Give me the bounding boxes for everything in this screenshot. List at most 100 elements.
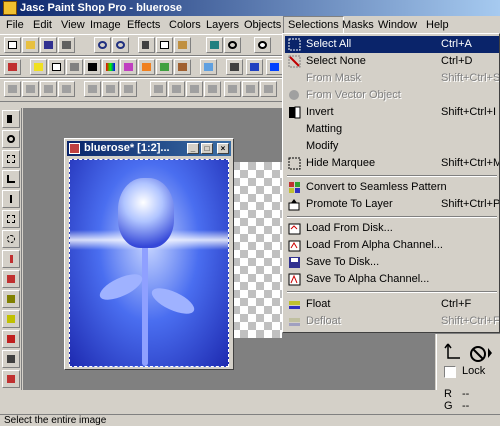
shape-icon[interactable]	[48, 59, 65, 75]
color-readout: R -- G --	[444, 388, 500, 412]
copy-icon[interactable]	[156, 37, 173, 53]
menu-view[interactable]: View	[57, 16, 89, 34]
menu-item-save-to-disk[interactable]: Save To Disk...	[285, 254, 499, 271]
retouch-tool-icon[interactable]	[2, 330, 20, 348]
dropper-tool-icon[interactable]	[2, 250, 20, 268]
lasso-tool-icon[interactable]	[2, 230, 20, 248]
menu-item-load-from-alpha[interactable]: Load From Alpha Channel...	[285, 237, 499, 254]
open-folder-icon[interactable]	[22, 37, 39, 53]
menu-objects[interactable]: Objects	[240, 16, 285, 34]
redo-icon[interactable]	[112, 37, 129, 53]
delete-layer-icon[interactable]	[22, 81, 39, 97]
menu-help[interactable]: Help	[422, 16, 453, 34]
layer-icon[interactable]	[4, 81, 21, 97]
menu-item-modify[interactable]: Modify	[285, 138, 499, 155]
selection-tool-icon[interactable]	[2, 210, 20, 228]
menu-effects[interactable]: Effects	[123, 16, 164, 34]
save-alpha-icon	[288, 273, 301, 286]
menu-separator	[287, 175, 497, 177]
select-all-icon	[288, 38, 301, 51]
menu-window[interactable]: Window	[374, 16, 421, 34]
browse-icon[interactable]	[206, 37, 223, 53]
menu-selections[interactable]: Selections	[283, 16, 344, 34]
defloat-icon	[288, 315, 301, 328]
palette-icon[interactable]	[4, 59, 21, 75]
picture-tube-icon[interactable]	[246, 59, 263, 75]
crop-icon[interactable]	[226, 59, 243, 75]
brightness-icon[interactable]	[66, 59, 83, 75]
zoom-icon[interactable]	[254, 37, 271, 53]
guides-icon[interactable]	[168, 81, 185, 97]
frame-icon[interactable]	[84, 59, 101, 75]
image-icon[interactable]	[200, 59, 217, 75]
menu-item-defloat[interactable]: Defloat Shift+Ctrl+F	[285, 313, 499, 330]
color-replacer-tool-icon[interactable]	[2, 310, 20, 328]
deform-tool-icon[interactable]	[2, 150, 20, 168]
grid-icon[interactable]	[150, 81, 167, 97]
effects-icon[interactable]	[138, 59, 155, 75]
menu-item-select-all[interactable]: Select All Ctrl+A	[285, 36, 499, 53]
scratch-remover-tool-icon[interactable]	[2, 350, 20, 368]
layer-palette-icon[interactable]	[260, 81, 277, 97]
eraser-tool-icon[interactable]	[2, 370, 20, 388]
ruler-icon[interactable]	[186, 81, 203, 97]
duplicate-layer-icon[interactable]	[40, 81, 57, 97]
menu-file[interactable]: File	[2, 16, 28, 34]
menu-item-hide-marquee[interactable]: Hide Marquee Shift+Ctrl+M	[285, 155, 499, 172]
menu-item-matting[interactable]: Matting	[285, 121, 499, 138]
crop-tool-icon[interactable]	[2, 170, 20, 188]
app-icon	[3, 1, 17, 15]
histogram-icon[interactable]	[204, 81, 221, 97]
menu-item-promote-layer[interactable]: Promote To Layer Shift+Ctrl+P	[285, 196, 499, 213]
minimize-button[interactable]: _	[187, 143, 199, 154]
save-icon[interactable]	[40, 37, 57, 53]
mask-icon[interactable]	[84, 81, 101, 97]
balance-icon[interactable]	[156, 59, 173, 75]
menu-item-save-to-alpha[interactable]: Save To Alpha Channel...	[285, 271, 499, 288]
menu-colors[interactable]: Colors	[165, 16, 205, 34]
no-entry-icon[interactable]	[224, 37, 241, 53]
menu-item-invert[interactable]: Invert Shift+Ctrl+I	[285, 104, 499, 121]
menu-masks[interactable]: Masks	[338, 16, 378, 34]
zoom-tool-icon[interactable]	[2, 130, 20, 148]
new-file-icon[interactable]	[4, 37, 21, 53]
maximize-button[interactable]: □	[201, 143, 213, 154]
image-window-titlebar[interactable]: bluerose* [1:2]... _ □ ×	[67, 141, 231, 156]
lock-checkbox[interactable]	[444, 366, 456, 378]
color-swatch-icon[interactable]	[266, 59, 283, 75]
menu-item-from-mask[interactable]: From Mask Shift+Ctrl+S	[285, 70, 499, 87]
close-button[interactable]: ×	[217, 143, 229, 154]
menu-item-convert-seamless[interactable]: Convert to Seamless Pattern	[285, 179, 499, 196]
highlight-icon[interactable]	[30, 59, 47, 75]
lock-checkbox-row[interactable]: Lock	[440, 364, 496, 380]
cut-icon[interactable]	[138, 37, 155, 53]
print-icon[interactable]	[58, 37, 75, 53]
overview-icon[interactable]	[224, 81, 241, 97]
menu-item-float[interactable]: Float Ctrl+F	[285, 296, 499, 313]
menu-item-load-from-disk[interactable]: Load From Disk...	[285, 220, 499, 237]
paste-icon[interactable]	[174, 37, 191, 53]
clone-brush-tool-icon[interactable]	[2, 290, 20, 308]
rose-bloom	[118, 178, 174, 248]
menu-layers[interactable]: Layers	[202, 16, 243, 34]
mask-edit-icon[interactable]	[102, 81, 119, 97]
merge-icon[interactable]	[58, 81, 75, 97]
menu-item-from-vector-object[interactable]: From Vector Object	[285, 87, 499, 104]
texture-icon[interactable]	[174, 59, 191, 75]
mask-delete-icon[interactable]	[120, 81, 137, 97]
tool-palette	[0, 108, 22, 390]
menu-edit[interactable]: Edit	[29, 16, 56, 34]
image-canvas[interactable]	[69, 159, 229, 367]
paintbrush-tool-icon[interactable]	[2, 270, 20, 288]
seamless-pattern-icon	[288, 181, 301, 194]
app-titlebar[interactable]: Jasc Paint Shop Pro - bluerose	[0, 0, 500, 16]
hue-icon[interactable]	[102, 59, 119, 75]
tool-options-icon[interactable]	[242, 81, 259, 97]
image-window[interactable]: bluerose* [1:2]... _ □ ×	[64, 138, 234, 370]
arrow-tool-icon[interactable]	[2, 110, 20, 128]
menu-item-select-none[interactable]: Select None Ctrl+D	[285, 53, 499, 70]
colorize-icon[interactable]	[120, 59, 137, 75]
mover-tool-icon[interactable]	[2, 190, 20, 208]
menu-image[interactable]: Image	[86, 16, 125, 34]
undo-icon[interactable]	[94, 37, 111, 53]
